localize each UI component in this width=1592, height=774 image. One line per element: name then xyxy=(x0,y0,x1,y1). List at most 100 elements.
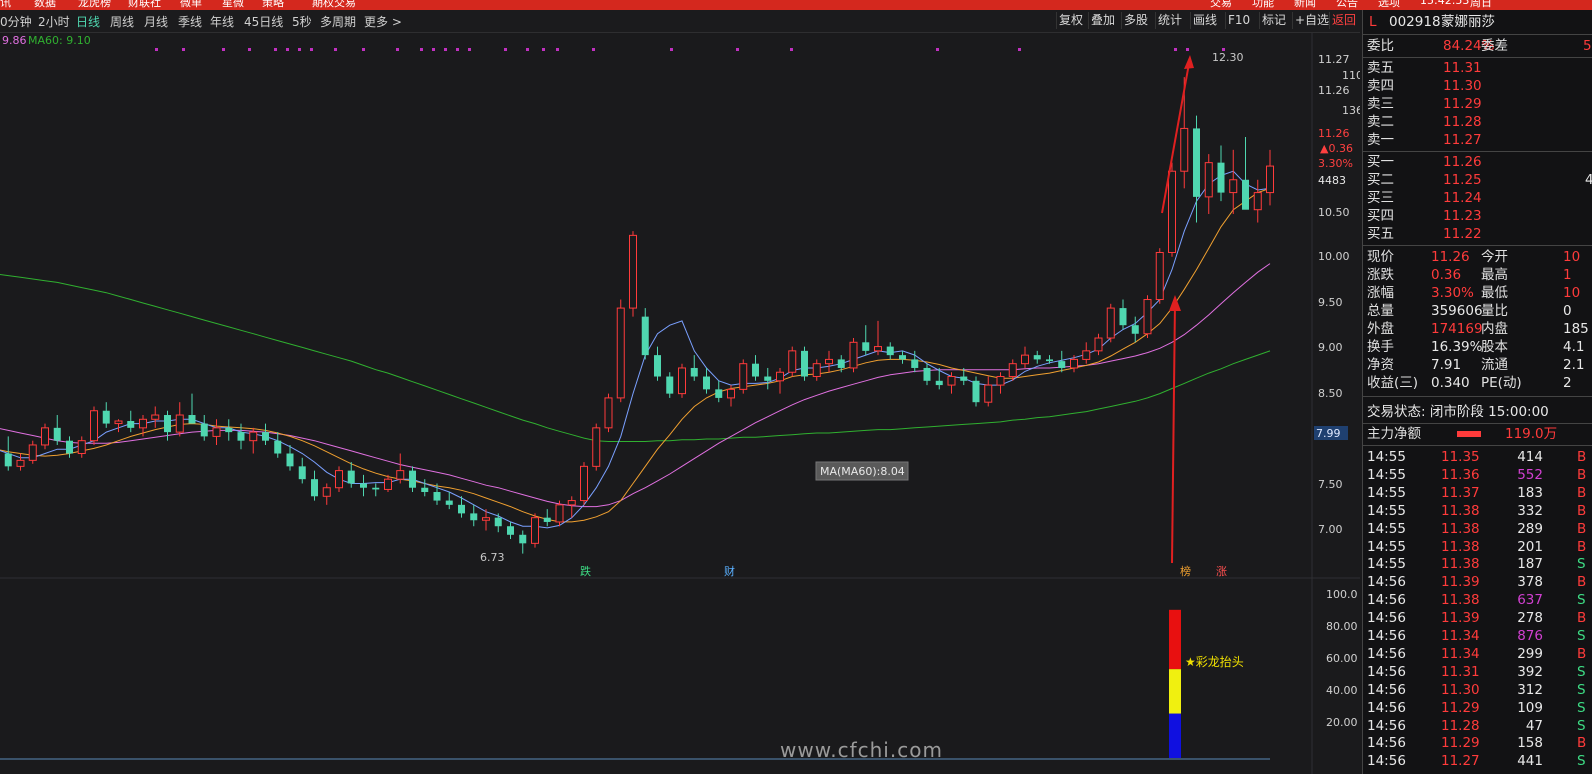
candle xyxy=(470,504,478,527)
market-tag: L xyxy=(1369,14,1377,30)
toolbar-button[interactable]: +自选 xyxy=(1292,12,1331,29)
period-tab[interactable]: 更多 > xyxy=(364,13,402,30)
tick-volume: 552 xyxy=(1517,466,1543,483)
candle xyxy=(629,231,637,317)
bid-row: 买一 11.26 xyxy=(1363,153,1592,171)
tick-volume: 299 xyxy=(1517,645,1543,662)
stock-name: 蒙娜丽莎 xyxy=(1441,14,1495,30)
toolbar-button[interactable]: 画线 xyxy=(1190,12,1219,29)
tick-volume: 414 xyxy=(1517,449,1543,465)
toolbar-button[interactable]: 返回 xyxy=(1329,12,1358,29)
toolbar-button[interactable]: 复权 xyxy=(1056,12,1085,29)
tick-price: 11.30 xyxy=(1441,681,1480,698)
top-menu-item[interactable]: 策略 xyxy=(262,0,284,10)
bid-price: 11.23 xyxy=(1443,208,1482,224)
top-menu-item[interactable]: 功能 xyxy=(1252,0,1274,10)
event-marker: 财 xyxy=(724,564,735,578)
signal-dot xyxy=(286,48,289,51)
tick-volume: 312 xyxy=(1517,681,1543,698)
kline-chart[interactable]: 9.86 MA60: 9.10 12.30 6.73 MA(MA60):8.04 跌 财 榜 涨… xyxy=(0,33,1360,774)
candle xyxy=(1143,295,1152,339)
chart-svg[interactable]: 9.86 MA60: 9.10 12.30 6.73 MA(MA60):8.04 跌 财 榜 涨… xyxy=(0,33,1360,774)
candle xyxy=(372,483,380,497)
top-menu-item[interactable]: 新闻 xyxy=(1294,0,1316,10)
signal-dot xyxy=(456,48,459,51)
signal-dot xyxy=(334,48,337,51)
period-tab[interactable]: 45日线 xyxy=(244,13,283,30)
top-menu-item[interactable]: 星微 xyxy=(222,0,244,10)
period-tab[interactable]: 季线 xyxy=(178,13,202,30)
low-annotation: 6.73 xyxy=(480,551,505,564)
toolbar-button[interactable]: 标记 xyxy=(1259,12,1288,29)
bid-row: 买五 11.22 xyxy=(1363,225,1592,243)
top-menu-item[interactable]: 公告 xyxy=(1336,0,1358,10)
ask-label: 卖四 xyxy=(1367,78,1394,94)
period-tab[interactable]: 周线 xyxy=(110,13,134,30)
stat-value: 0.36 xyxy=(1431,267,1462,283)
candle xyxy=(1266,149,1274,206)
top-menu-item[interactable]: 选项 xyxy=(1378,0,1400,10)
wei-bi-row: 委比 84.24% 委差 5 xyxy=(1363,37,1592,55)
top-menu-item[interactable]: 讯 xyxy=(0,0,11,10)
ma60-legend: MA60: 9.10 xyxy=(28,34,91,47)
candle xyxy=(666,372,674,398)
top-menu-item[interactable]: 期权交易 xyxy=(312,0,356,10)
stat-label: 最高 xyxy=(1481,267,1508,283)
top-menu-item[interactable]: 龙虎榜 xyxy=(78,0,111,10)
stat-label: 收益(三) xyxy=(1367,375,1419,391)
top-menu-item[interactable]: 数据 xyxy=(34,0,56,10)
tick-price: 11.38 xyxy=(1441,556,1480,573)
tick-price: 11.35 xyxy=(1441,449,1480,465)
toolbar-button[interactable]: 多股 xyxy=(1121,12,1150,29)
period-tab[interactable]: 月线 xyxy=(144,13,168,30)
tick-volume: 378 xyxy=(1517,574,1543,591)
period-tab[interactable]: 0分钟 xyxy=(0,13,32,30)
tick-volume: 637 xyxy=(1517,592,1543,609)
divider xyxy=(1363,245,1592,246)
top-menu-item[interactable]: 15:42:53 xyxy=(1420,0,1469,7)
bid-price: 11.25 xyxy=(1443,172,1482,188)
bid-price: 11.26 xyxy=(1443,154,1482,170)
period-tab[interactable]: 多周期 xyxy=(320,13,356,30)
wei-bi-label: 委比 xyxy=(1367,38,1394,54)
period-tab[interactable]: 5秒 xyxy=(292,13,312,30)
top-menu-item[interactable]: 微单 xyxy=(180,0,202,10)
top-menu-item[interactable]: 交易 xyxy=(1210,0,1232,10)
ask-price: 11.29 xyxy=(1443,96,1482,112)
signal-dot xyxy=(936,48,939,51)
ask-row: 卖五 11.31 xyxy=(1363,59,1592,77)
top-menu-item[interactable]: 财联社 xyxy=(128,0,161,10)
candle xyxy=(690,355,698,381)
toolbar-button[interactable]: 统计 xyxy=(1155,12,1184,29)
toolbar-button[interactable]: F10 xyxy=(1225,12,1252,29)
candle xyxy=(77,436,86,458)
tick-row: 14:55 11.38 289 B xyxy=(1363,520,1592,538)
tick-row: 14:55 11.38 332 B xyxy=(1363,502,1592,520)
tick-price: 11.31 xyxy=(1441,663,1480,680)
period-tab[interactable]: 年线 xyxy=(210,13,234,30)
current-price-tag: 7.99 xyxy=(1314,426,1348,440)
signal-dot xyxy=(248,48,251,51)
stat-label: 涨幅 xyxy=(1367,285,1394,301)
signal-dot xyxy=(444,48,447,51)
candle xyxy=(984,376,993,407)
tick-side: B xyxy=(1577,520,1587,537)
trade-status: 交易状态: 闭市阶段 15:00:00 xyxy=(1363,403,1592,421)
tick-row: 14:55 11.36 552 B xyxy=(1363,466,1592,484)
period-tab[interactable]: 2小时 xyxy=(38,13,70,30)
bid-price: 11.22 xyxy=(1443,226,1482,242)
stat-value: 10 xyxy=(1563,249,1581,265)
candle xyxy=(311,470,318,501)
axis-aux-label: 136 xyxy=(1342,104,1360,117)
tick-volume: 183 xyxy=(1517,484,1543,501)
price-axis-label: 9.00 xyxy=(1318,341,1343,354)
candle xyxy=(825,350,833,373)
wei-cha-value: 5 xyxy=(1583,38,1592,54)
candle xyxy=(286,444,294,471)
top-menu-item[interactable]: 周日 xyxy=(1470,0,1492,10)
toolbar-button[interactable]: 叠加 xyxy=(1088,12,1117,29)
period-tab[interactable]: 日线 xyxy=(76,13,100,30)
candle xyxy=(519,530,527,554)
stat-label: 现价 xyxy=(1367,249,1394,265)
tick-side: B xyxy=(1577,574,1587,591)
